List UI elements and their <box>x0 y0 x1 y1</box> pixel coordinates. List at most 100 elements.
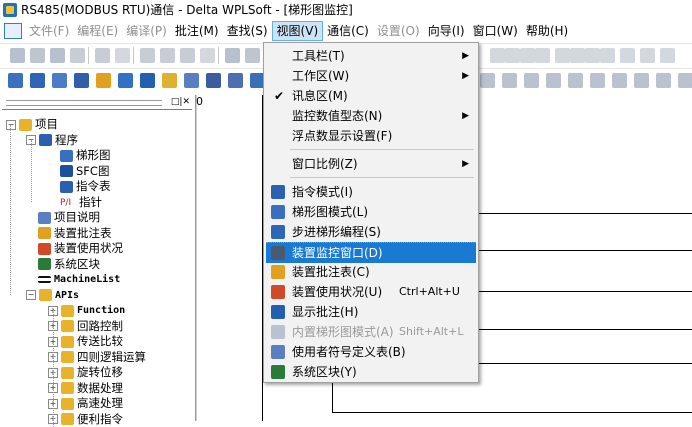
tree-node[interactable]: 装置使用状况 <box>38 241 123 256</box>
toolbar-right-button-5[interactable] <box>570 48 585 63</box>
tree-node[interactable]: + 高速处理 <box>48 396 123 411</box>
tree-node[interactable]: 系统区块 <box>38 257 100 272</box>
toolbar-button-4[interactable] <box>95 48 110 63</box>
ladder-tool-button-3[interactable] <box>74 73 89 88</box>
ladder-right-tool-0[interactable] <box>480 73 495 88</box>
ladder-tool-button-5[interactable] <box>118 73 133 88</box>
tree-node[interactable]: MachineList <box>38 272 120 287</box>
toolbar-button-5[interactable] <box>115 48 130 63</box>
menu-1[interactable]: 编程(E) <box>73 21 122 41</box>
view-menu-item[interactable]: 浮点数显示设置(F) <box>266 126 476 146</box>
window-title: RS485(MODBUS RTU)通信 - Delta WPLSoft - [梯… <box>21 3 353 17</box>
toolbar-right-button-9[interactable] <box>640 48 655 63</box>
tree-node[interactable]: P/I 指针 <box>60 195 102 210</box>
menu-2[interactable]: 编译(P) <box>122 21 171 41</box>
toolbar-button-1[interactable] <box>30 48 45 63</box>
ladder-gutter <box>196 95 263 421</box>
menu-10[interactable]: 帮助(H) <box>522 21 572 41</box>
toolbar-right-button-10[interactable] <box>660 48 675 63</box>
ladder-tool-button-10[interactable] <box>228 73 243 88</box>
tree-node[interactable]: + 传送比较 <box>48 334 123 349</box>
collapse-icon[interactable]: − <box>26 290 36 300</box>
toolbar-button-11[interactable] <box>245 48 260 63</box>
tree-node-label: 梯形图 <box>76 148 111 162</box>
toolbar-right-button-3[interactable] <box>535 48 550 63</box>
tree-node[interactable]: − 程序 <box>26 133 78 148</box>
view-menu-item[interactable]: 显示批注(H) <box>266 302 476 322</box>
ladder-tool-button-4[interactable] <box>96 73 111 88</box>
tree-node[interactable]: 指令表 <box>60 179 111 194</box>
view-menu-item[interactable]: 步进梯形编程(S) <box>266 222 476 242</box>
ladder-right-tool-9[interactable] <box>678 73 692 88</box>
ladder-tool-button-2[interactable] <box>52 73 67 88</box>
tree-node[interactable]: − APIs <box>26 288 79 303</box>
view-menu-item[interactable]: 窗口比例(Z) ▶ <box>266 154 476 174</box>
view-menu-item[interactable]: 装置监控窗口(D) <box>266 242 476 263</box>
ladder-right-tool-1[interactable] <box>502 73 517 88</box>
view-menu-item[interactable]: 使用者符号定义表(B) <box>266 342 476 362</box>
ladder-right-tool-5[interactable] <box>590 73 605 88</box>
menu-item-label: 监控数值型态(N) <box>292 109 383 123</box>
toolbar-button-8[interactable] <box>180 48 195 63</box>
tree-node[interactable]: + 回路控制 <box>48 319 123 334</box>
tree-node[interactable]: + 便利指令 <box>48 412 123 427</box>
ladder-right-tool-8[interactable] <box>656 73 671 88</box>
view-menu-item[interactable]: 系统区块(Y) <box>266 362 476 382</box>
toolbar-button-3[interactable] <box>70 48 85 63</box>
toolbar-button-9[interactable] <box>200 48 215 63</box>
menu-9[interactable]: 窗口(W) <box>469 21 522 41</box>
toolbar-right-button-8[interactable] <box>620 48 635 63</box>
menu-3[interactable]: 批注(M) <box>171 21 223 41</box>
view-menu-item[interactable]: 梯形图模式(L) <box>266 202 476 222</box>
tree-node[interactable]: + Function <box>48 303 125 318</box>
menu-8[interactable]: 向导(I) <box>424 21 469 41</box>
menu-7[interactable]: 设置(O) <box>373 21 424 41</box>
toolbar-button-7[interactable] <box>160 48 175 63</box>
toolbar-right-button-6[interactable] <box>585 48 600 63</box>
workspace-pin-close-buttons[interactable]: □|✕ <box>171 97 190 107</box>
view-menu-item[interactable]: 装置批注表(C) <box>266 262 476 282</box>
view-menu-item[interactable]: 工作区(W) ▶ <box>266 66 476 86</box>
ladder-right-tool-7[interactable] <box>634 73 649 88</box>
tree-node[interactable]: − 项目 <box>6 117 58 132</box>
toolbar-right-button-1[interactable] <box>505 48 520 63</box>
view-menu-item[interactable]: 监控数值型态(N) ▶ <box>266 106 476 126</box>
menu-0[interactable]: 文件(F) <box>25 21 73 41</box>
toolbar-right-button-7[interactable] <box>600 48 615 63</box>
ladder-right-tool-4[interactable] <box>568 73 583 88</box>
folder-icon <box>61 397 74 410</box>
tree-node[interactable]: 梯形图 <box>60 148 111 163</box>
ladder-tool-button-7[interactable] <box>162 73 177 88</box>
folder-icon <box>61 366 74 379</box>
menu-6[interactable]: 通信(C) <box>323 21 373 41</box>
tree-node[interactable]: + 旋转位移 <box>48 365 123 380</box>
tree-node[interactable]: 装置批注表 <box>38 226 112 241</box>
tree-node[interactable]: 项目说明 <box>38 210 100 225</box>
toolbar-right-button-0[interactable] <box>490 48 505 63</box>
ladder-tool-button-0[interactable] <box>8 73 23 88</box>
tree-node[interactable]: SFC图 <box>60 164 109 179</box>
ladder-right-tool-3[interactable] <box>546 73 561 88</box>
view-menu-item[interactable]: 指令模式(I) <box>266 182 476 202</box>
menu-5[interactable]: 视图(V) <box>271 21 324 41</box>
view-menu-item[interactable]: 装置使用状况(U) Ctrl+Alt+U <box>266 282 476 302</box>
ladder-tool-button-8[interactable] <box>184 73 199 88</box>
view-menu-item[interactable]: 工具栏(T) ▶ <box>266 46 476 66</box>
toolbar-right-button-4[interactable] <box>555 48 570 63</box>
menu-4[interactable]: 查找(S) <box>223 21 272 41</box>
toolbar-right-button-2[interactable] <box>520 48 535 63</box>
ladder-right-tool-2[interactable] <box>524 73 539 88</box>
collapse-icon[interactable]: − <box>6 119 16 130</box>
menu-item-label: 梯形图模式(L) <box>292 205 369 219</box>
ladder-tool-button-9[interactable] <box>206 73 221 88</box>
tree-node[interactable]: + 四则逻辑运算 <box>48 350 146 365</box>
ladder-tool-button-1[interactable] <box>30 73 45 88</box>
view-menu-item[interactable]: ✔ 讯息区(M) <box>266 86 476 106</box>
ladder-right-tool-6[interactable] <box>612 73 627 88</box>
toolbar-button-0[interactable] <box>10 48 25 63</box>
toolbar-button-10[interactable] <box>225 48 240 63</box>
toolbar-button-6[interactable] <box>140 48 155 63</box>
tree-node[interactable]: + 数据处理 <box>48 381 123 396</box>
ladder-tool-button-6[interactable] <box>140 73 155 88</box>
toolbar-button-2[interactable] <box>50 48 65 63</box>
